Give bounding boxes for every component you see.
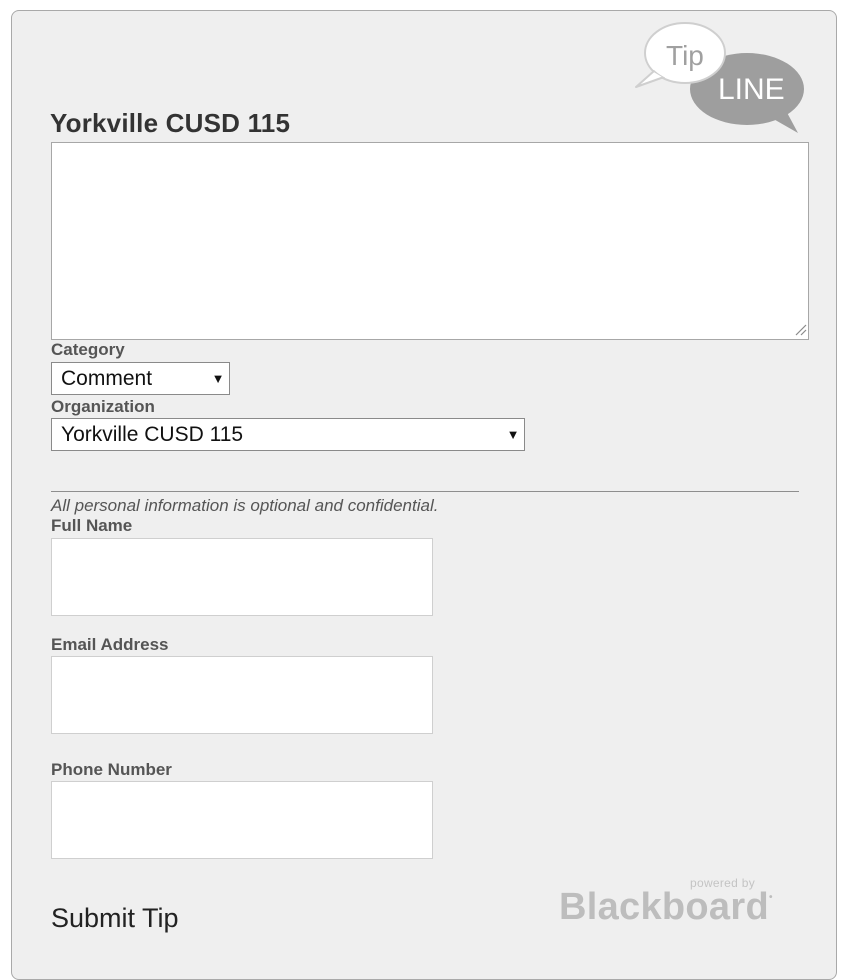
category-label: Category [51,340,125,359]
category-selected-value: Comment [61,366,153,390]
full-name-input[interactable] [51,538,433,616]
dropdown-arrow-icon: ▼ [506,427,520,442]
organization-title: Yorkville CUSD 115 [50,108,291,138]
tipline-logo-icon: Tip LINE [635,22,804,133]
phone-input[interactable] [51,781,433,859]
tip-message-textarea[interactable] [51,142,809,340]
resize-grip-icon[interactable] [793,322,807,336]
email-input[interactable] [51,656,433,734]
section-divider [51,491,799,492]
privacy-note: All personal information is optional and… [51,496,439,515]
email-label: Email Address [51,635,169,654]
full-name-label: Full Name [51,516,133,535]
blackboard-logo[interactable]: Blackboard• [559,886,773,929]
logo-line-text: LINE [718,73,785,106]
tipline-logo: Tip LINE [634,21,806,133]
blackboard-logo-text: Blackboard [559,886,769,928]
submit-tip-button[interactable]: Submit Tip [51,903,179,934]
dropdown-arrow-icon: ▼ [211,371,225,386]
logo-tip-text: Tip [666,40,704,71]
trademark-dot-icon: • [768,892,773,903]
category-select[interactable]: Comment ▼ [51,362,230,395]
organization-select[interactable]: Yorkville CUSD 115 ▼ [51,418,525,451]
organization-selected-value: Yorkville CUSD 115 [61,422,244,446]
organization-label: Organization [51,397,155,416]
phone-label: Phone Number [51,760,172,779]
